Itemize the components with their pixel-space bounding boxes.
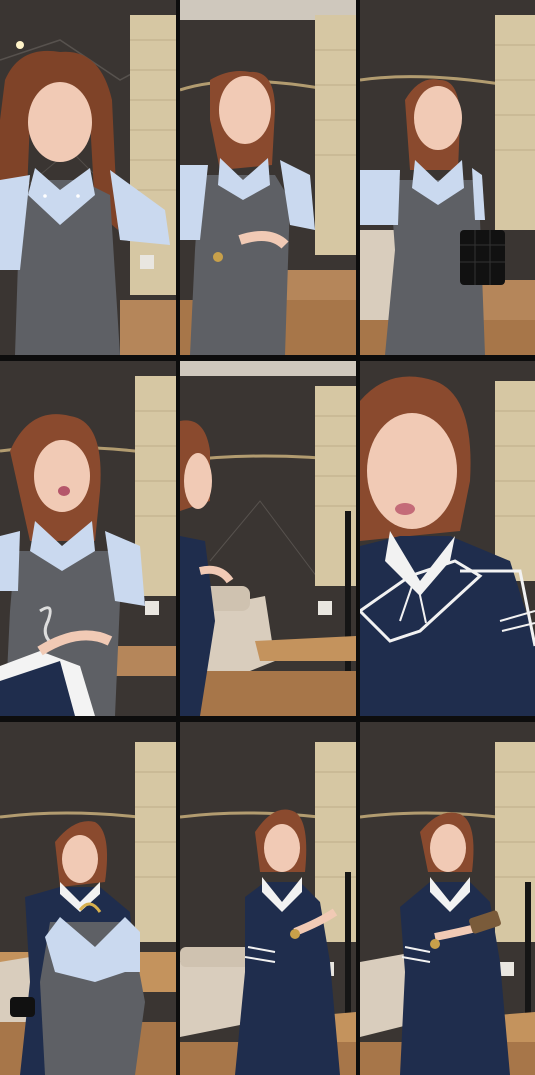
frame-5-image bbox=[180, 361, 356, 716]
frame-2-image bbox=[180, 0, 356, 355]
frame-1-image bbox=[0, 0, 176, 355]
frame-6-image bbox=[360, 361, 535, 716]
photo-collage bbox=[0, 0, 535, 1075]
photo-frame-5 bbox=[180, 361, 356, 716]
frame-8-image bbox=[180, 722, 356, 1075]
photo-frame-8 bbox=[180, 722, 356, 1075]
frame-7-image bbox=[0, 722, 176, 1075]
photo-frame-3 bbox=[360, 0, 535, 355]
photo-frame-1 bbox=[0, 0, 176, 355]
photo-frame-6 bbox=[360, 361, 535, 716]
photo-frame-9 bbox=[360, 722, 535, 1075]
photo-frame-4 bbox=[0, 361, 176, 716]
photo-frame-7 bbox=[0, 722, 176, 1075]
frame-4-image bbox=[0, 361, 176, 716]
frame-3-image bbox=[360, 0, 535, 355]
frame-9-image bbox=[360, 722, 535, 1075]
photo-frame-2 bbox=[180, 0, 356, 355]
